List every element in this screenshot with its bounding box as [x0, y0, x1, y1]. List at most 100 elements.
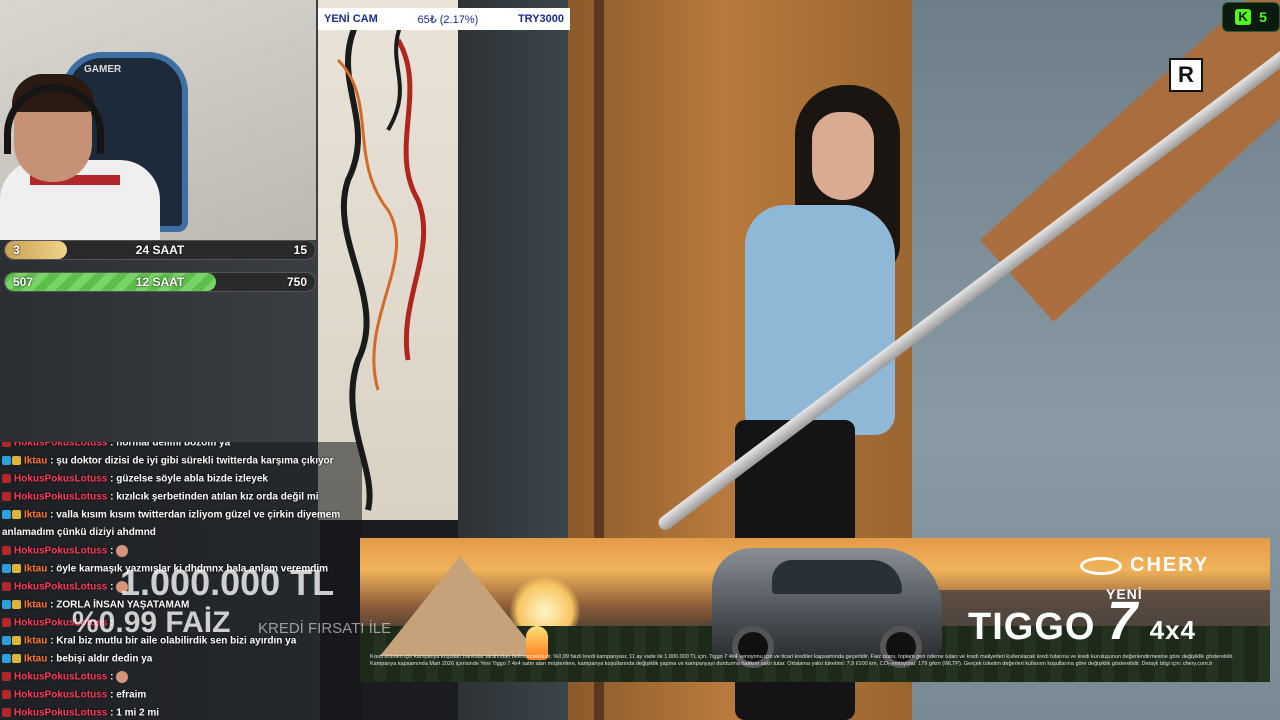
badge-icon: [12, 509, 21, 519]
webcam-overlay: GAMER: [0, 0, 316, 240]
chat-message: Iktau : bebişi aldır dedin ya: [0, 650, 362, 668]
chat-separator: :: [107, 671, 117, 683]
chat-username[interactable]: HokusPokusLotuss: [14, 492, 107, 503]
chat-message: HokusPokusLotuss : efraim: [0, 686, 362, 704]
goal-name: YENİ CAM: [324, 13, 378, 25]
user-badges: [2, 632, 22, 650]
chat-separator: :: [107, 491, 117, 503]
chat-text: 1 mi 2 mi: [116, 707, 160, 719]
user-badges: [2, 578, 12, 596]
badge-icon: [2, 473, 11, 483]
chery-ad-banner[interactable]: CHERY YENİ TIGGO 7 4x4 Kredi ürünleri iç…: [360, 538, 1270, 682]
user-badges: [2, 470, 12, 488]
bar-label: 12 SAAT: [135, 275, 185, 289]
subathon-bar-24h: 3 24 SAAT 15: [4, 240, 316, 260]
chat-message: HokusPokusLotuss : güzelse söyle abla bi…: [0, 470, 362, 488]
chat-text: şu doktor dizisi de iyi gibi sürekli twi…: [56, 455, 334, 467]
goal-target: TRY3000: [517, 13, 564, 25]
chat-separator: :: [107, 689, 117, 701]
user-badges: [2, 596, 22, 614]
user-badges: [2, 442, 12, 452]
user-badges: [2, 452, 22, 470]
badge-icon: [2, 563, 11, 573]
chat-message: HokusPokusLotuss :: [0, 668, 362, 686]
chat-username[interactable]: HokusPokusLotuss: [14, 689, 107, 700]
chat-message: HokusPokusLotuss : kızılcık şerbetinden …: [0, 488, 362, 506]
chat-username[interactable]: Iktau: [24, 653, 47, 664]
streamer-shirt: [0, 160, 160, 240]
chat-separator: :: [47, 563, 57, 575]
chat-message: HokusPokusLotuss : normal delimi bozom y…: [0, 442, 362, 452]
badge-icon: [2, 491, 11, 501]
brand-name: CHERY: [1130, 554, 1210, 576]
badge-icon: [2, 617, 11, 627]
chat-message: HokusPokusLotuss :: [0, 542, 362, 560]
user-badges: [2, 614, 12, 632]
chat-separator: :: [107, 581, 117, 593]
chat-separator: :: [47, 455, 57, 467]
bar-goal-value: 750: [286, 275, 307, 289]
badge-icon: [2, 455, 11, 465]
user-badges: [2, 488, 12, 506]
tent: [380, 556, 540, 656]
chair-logo: GAMER: [84, 64, 122, 75]
chat-username[interactable]: HokusPokusLotuss: [14, 545, 107, 556]
chat-username[interactable]: HokusPokusLotuss: [14, 671, 107, 682]
ad-rate: %0.99 FAİZ: [72, 606, 231, 639]
bar-goal-value: 15: [293, 243, 307, 257]
donation-goal-ticker: YENİ CAM 65₺ (2.17%) TRY3000: [318, 8, 570, 30]
model-suffix: 4x4: [1149, 615, 1197, 645]
car-window: [772, 560, 902, 594]
chat-username[interactable]: Iktau: [24, 635, 47, 646]
chat-separator: :: [47, 599, 57, 611]
user-badges: [2, 506, 22, 524]
badge-icon: [2, 635, 11, 645]
user-badges: [2, 560, 22, 578]
chat-separator: :: [107, 707, 117, 719]
user-badges: [2, 686, 12, 704]
chat-username[interactable]: HokusPokusLotuss: [14, 581, 107, 592]
chat-username[interactable]: HokusPokusLotuss: [14, 707, 107, 718]
channel-logo: R: [1169, 58, 1203, 92]
chat-text: bebişi aldır dedin ya: [56, 653, 153, 665]
chat-username[interactable]: HokusPokusLotuss: [14, 442, 107, 448]
chery-logo-icon: [1080, 556, 1122, 575]
ad-amount: 1.000.000 TL: [120, 562, 335, 603]
chat-separator: :: [107, 473, 117, 485]
chat-separator: :: [107, 442, 117, 449]
badge-icon: [2, 671, 11, 681]
model-number: 7: [1107, 591, 1139, 651]
emote-icon: [116, 670, 129, 683]
user-badges: [2, 542, 12, 560]
chat-separator: :: [47, 653, 57, 665]
chat-username[interactable]: HokusPokusLotuss: [14, 474, 107, 485]
bar-label: 24 SAAT: [135, 243, 185, 257]
chat-separator: :: [107, 545, 117, 557]
chat-username[interactable]: Iktau: [24, 455, 47, 466]
chat-text: güzelse söyle abla bizde izleyek: [116, 473, 268, 485]
user-badges: [2, 650, 22, 668]
user-badges: [2, 668, 12, 686]
badge-icon: [2, 707, 11, 717]
badge-icon: [2, 545, 11, 555]
badge-icon: [2, 653, 11, 663]
badge-icon: [12, 563, 21, 573]
model-name: TIGGO 7 4x4: [968, 590, 1196, 652]
viewer-count: 5: [1259, 9, 1267, 25]
chat-username[interactable]: Iktau: [24, 599, 47, 610]
badge-icon: [2, 689, 11, 699]
ad-fine-print: Kredi ürünleri için kampanya koşulları b…: [370, 654, 1234, 667]
badge-icon: [12, 635, 21, 645]
badge-icon: [2, 509, 11, 519]
badge-icon: [2, 599, 11, 609]
chery-brand: CHERY: [1080, 554, 1209, 577]
chat-username[interactable]: Iktau: [24, 563, 47, 574]
user-badges: [2, 704, 12, 720]
chat-message: Iktau : şu doktor dizisi de iyi gibi sür…: [0, 452, 362, 470]
actress-face: [812, 112, 874, 200]
chat-username[interactable]: Iktau: [24, 510, 47, 521]
chat-separator: :: [47, 635, 57, 647]
suv-car-image: [712, 548, 942, 668]
ad-credit-text: KREDİ FIRSATI İLE: [258, 620, 392, 637]
chat-text: normal delimi bozom ya: [116, 442, 231, 449]
